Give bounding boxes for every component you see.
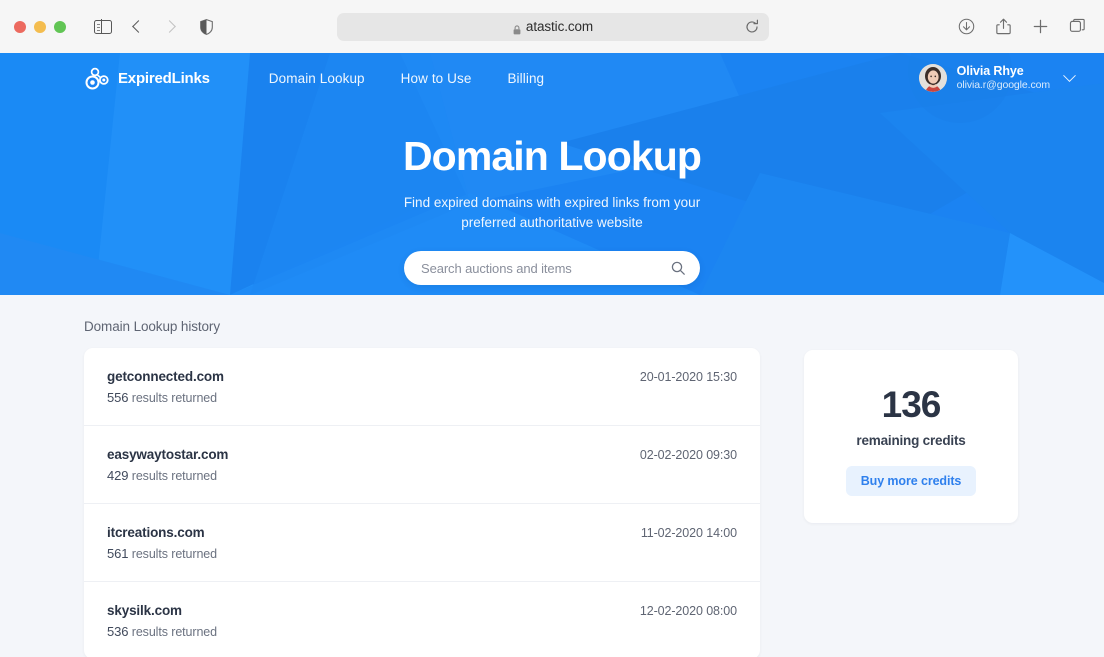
table-row[interactable]: easywaytostar.com 429 results returned 0… <box>84 426 760 504</box>
user-info: Olivia Rhye olivia.r@google.com <box>957 64 1050 93</box>
share-icon[interactable] <box>990 14 1016 40</box>
address-bar[interactable]: atastic.com <box>337 12 769 41</box>
history-section-label: Domain Lookup history <box>84 319 220 334</box>
history-domain: easywaytostar.com <box>107 447 229 462</box>
user-email: olivia.r@google.com <box>956 79 1050 92</box>
history-count: 536 <box>107 624 129 639</box>
user-name: Olivia Rhye <box>956 63 1024 78</box>
history-results-text: results returned <box>131 391 218 405</box>
user-menu[interactable]: Olivia Rhye olivia.r@google.com <box>918 64 1076 93</box>
history-row-main: easywaytostar.com 429 results returned <box>107 447 640 483</box>
close-window-button[interactable] <box>14 20 26 33</box>
history-results: 561 results returned <box>107 546 641 561</box>
history-count: 561 <box>107 546 129 561</box>
window-traffic-lights <box>14 20 66 33</box>
history-list: getconnected.com 556 results returned 20… <box>84 348 760 657</box>
maximize-window-button[interactable] <box>54 20 66 33</box>
search-icon[interactable] <box>671 261 685 276</box>
page-title: Domain Lookup <box>402 133 702 179</box>
avatar <box>918 64 947 92</box>
hero-subtitle: Find expired domains with expired links … <box>403 195 701 230</box>
table-row[interactable]: itcreations.com 561 results returned 11-… <box>84 504 760 582</box>
chevron-down-icon[interactable] <box>1063 68 1076 82</box>
credits-label: remaining credits <box>856 433 966 448</box>
downloads-icon[interactable] <box>953 14 979 40</box>
brand-name: ExpiredLinks <box>118 69 210 87</box>
history-row-main: itcreations.com 561 results returned <box>107 525 641 561</box>
history-row-main: getconnected.com 556 results returned <box>107 369 640 405</box>
nav-item-how-to-use[interactable]: How to Use <box>401 71 472 86</box>
table-row[interactable]: skysilk.com 536 results returned 12-02-2… <box>84 582 760 657</box>
history-domain: itcreations.com <box>107 525 205 540</box>
search-input[interactable] <box>421 260 671 276</box>
shield-icon[interactable] <box>200 18 213 35</box>
reload-icon[interactable] <box>744 19 760 35</box>
history-results-text: results returned <box>131 547 218 561</box>
history-date: 02-02-2020 09:30 <box>639 448 737 462</box>
primary-nav: Domain Lookup How to Use Billing <box>269 71 544 86</box>
credits-column: 136 remaining credits Buy more credits <box>804 319 1018 523</box>
site-header: ExpiredLinks Domain Lookup How to Use Bi… <box>0 53 1104 103</box>
history-domain: getconnected.com <box>107 369 224 384</box>
history-domain: skysilk.com <box>107 603 182 618</box>
lock-icon <box>513 22 521 34</box>
main-content: Domain Lookup history getconnected.com 5… <box>0 295 1104 657</box>
history-count: 556 <box>107 390 129 405</box>
browser-right-tools <box>953 14 1090 40</box>
nav-item-domain-lookup[interactable]: Domain Lookup <box>269 71 365 86</box>
history-results: 536 results returned <box>107 624 640 639</box>
buy-more-credits-button[interactable]: Buy more credits <box>845 466 977 496</box>
browser-nav-group <box>88 12 186 42</box>
history-results-text: results returned <box>131 469 218 483</box>
history-row-main: skysilk.com 536 results returned <box>107 603 640 639</box>
history-date: 12-02-2020 08:00 <box>639 604 737 618</box>
history-date: 11-02-2020 14:00 <box>640 526 737 540</box>
molecule-logo-icon <box>84 65 111 92</box>
table-row[interactable]: getconnected.com 556 results returned 20… <box>84 348 760 426</box>
history-results-text: results returned <box>131 625 218 639</box>
chevron-left-icon[interactable] <box>122 12 152 42</box>
history-column: Domain Lookup history getconnected.com 5… <box>84 319 760 657</box>
minimize-window-button[interactable] <box>34 20 46 33</box>
credits-count: 136 <box>881 384 942 425</box>
chevron-right-icon[interactable] <box>156 12 186 42</box>
plus-icon[interactable] <box>1027 14 1053 40</box>
credits-card: 136 remaining credits Buy more credits <box>804 350 1018 523</box>
url-text: atastic.com <box>525 19 594 34</box>
sidebar-toggle-icon[interactable] <box>88 12 118 42</box>
hero-content: Domain Lookup Find expired domains with … <box>0 103 1104 286</box>
history-results: 429 results returned <box>107 468 640 483</box>
nav-item-billing[interactable]: Billing <box>507 71 544 86</box>
browser-toolbar: atastic.com <box>0 0 1104 53</box>
history-date: 20-01-2020 15:30 <box>639 370 737 384</box>
history-count: 429 <box>107 468 129 483</box>
history-results: 556 results returned <box>107 390 640 405</box>
tab-overview-icon[interactable] <box>1064 14 1090 40</box>
brand-logo[interactable]: ExpiredLinks <box>84 65 210 92</box>
hero-section: ExpiredLinks Domain Lookup How to Use Bi… <box>0 53 1104 295</box>
search-bar[interactable] <box>404 251 700 286</box>
